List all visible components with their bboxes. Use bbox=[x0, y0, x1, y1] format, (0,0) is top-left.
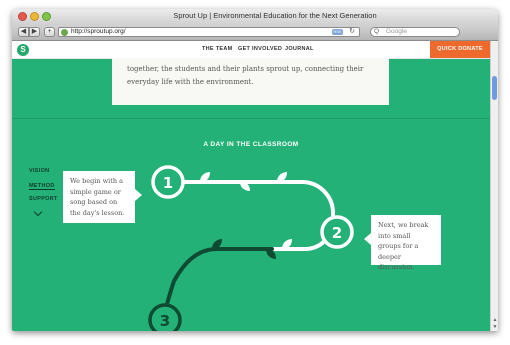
minimize-window-button[interactable] bbox=[30, 12, 39, 21]
dark-path-line bbox=[163, 247, 274, 315]
plus-icon: + bbox=[47, 28, 52, 35]
reload-icon[interactable]: ↻ bbox=[349, 28, 355, 36]
step-2-number: 2 bbox=[332, 224, 342, 242]
forward-arrow-icon: ▶ bbox=[31, 28, 38, 35]
white-path-line bbox=[180, 180, 335, 251]
scroll-down-arrow-icon[interactable]: ▼ bbox=[491, 324, 498, 330]
step-1-callout: We begin with a simple game or song base… bbox=[63, 171, 142, 223]
scrollbar-thumb[interactable] bbox=[492, 76, 497, 100]
step-3-number: 3 bbox=[160, 312, 170, 330]
add-bookmark-button[interactable]: + bbox=[44, 27, 55, 37]
window-title: Sprout Up | Environmental Education for … bbox=[173, 11, 377, 20]
title-bar: Sprout Up | Environmental Education for … bbox=[12, 9, 498, 25]
rss-icon[interactable]: RSS bbox=[332, 29, 343, 35]
address-bar[interactable]: http://sproutup.org/ RSS ↻ bbox=[58, 27, 360, 37]
scroll-up-arrow-icon[interactable]: ▲ bbox=[491, 317, 498, 323]
step-2-callout: Next, we break into small groups for a d… bbox=[364, 215, 441, 271]
back-arrow-icon: ◀ bbox=[20, 28, 27, 35]
url-text: http://sproutup.org/ bbox=[71, 28, 126, 35]
vertical-scrollbar[interactable]: ▲ ▼ bbox=[490, 41, 498, 331]
browser-window: Sprout Up | Environmental Education for … bbox=[12, 9, 498, 331]
page-content: S THE TEAM GET INVOLVED JOURNAL QUICK DO… bbox=[12, 41, 490, 331]
zoom-window-button[interactable] bbox=[42, 12, 51, 21]
site-globe-icon bbox=[61, 29, 68, 36]
browser-toolbar: ◀ ▶ + http://sproutup.org/ RSS ↻ Q Googl… bbox=[12, 25, 498, 41]
close-window-button[interactable] bbox=[18, 12, 27, 21]
search-field[interactable]: Q Google bbox=[370, 27, 460, 37]
search-placeholder: Google bbox=[386, 28, 407, 35]
back-button[interactable]: ◀ bbox=[18, 27, 29, 37]
step-1-number: 1 bbox=[163, 174, 173, 192]
forward-button[interactable]: ▶ bbox=[29, 27, 40, 37]
magnifier-icon: Q bbox=[374, 28, 380, 35]
